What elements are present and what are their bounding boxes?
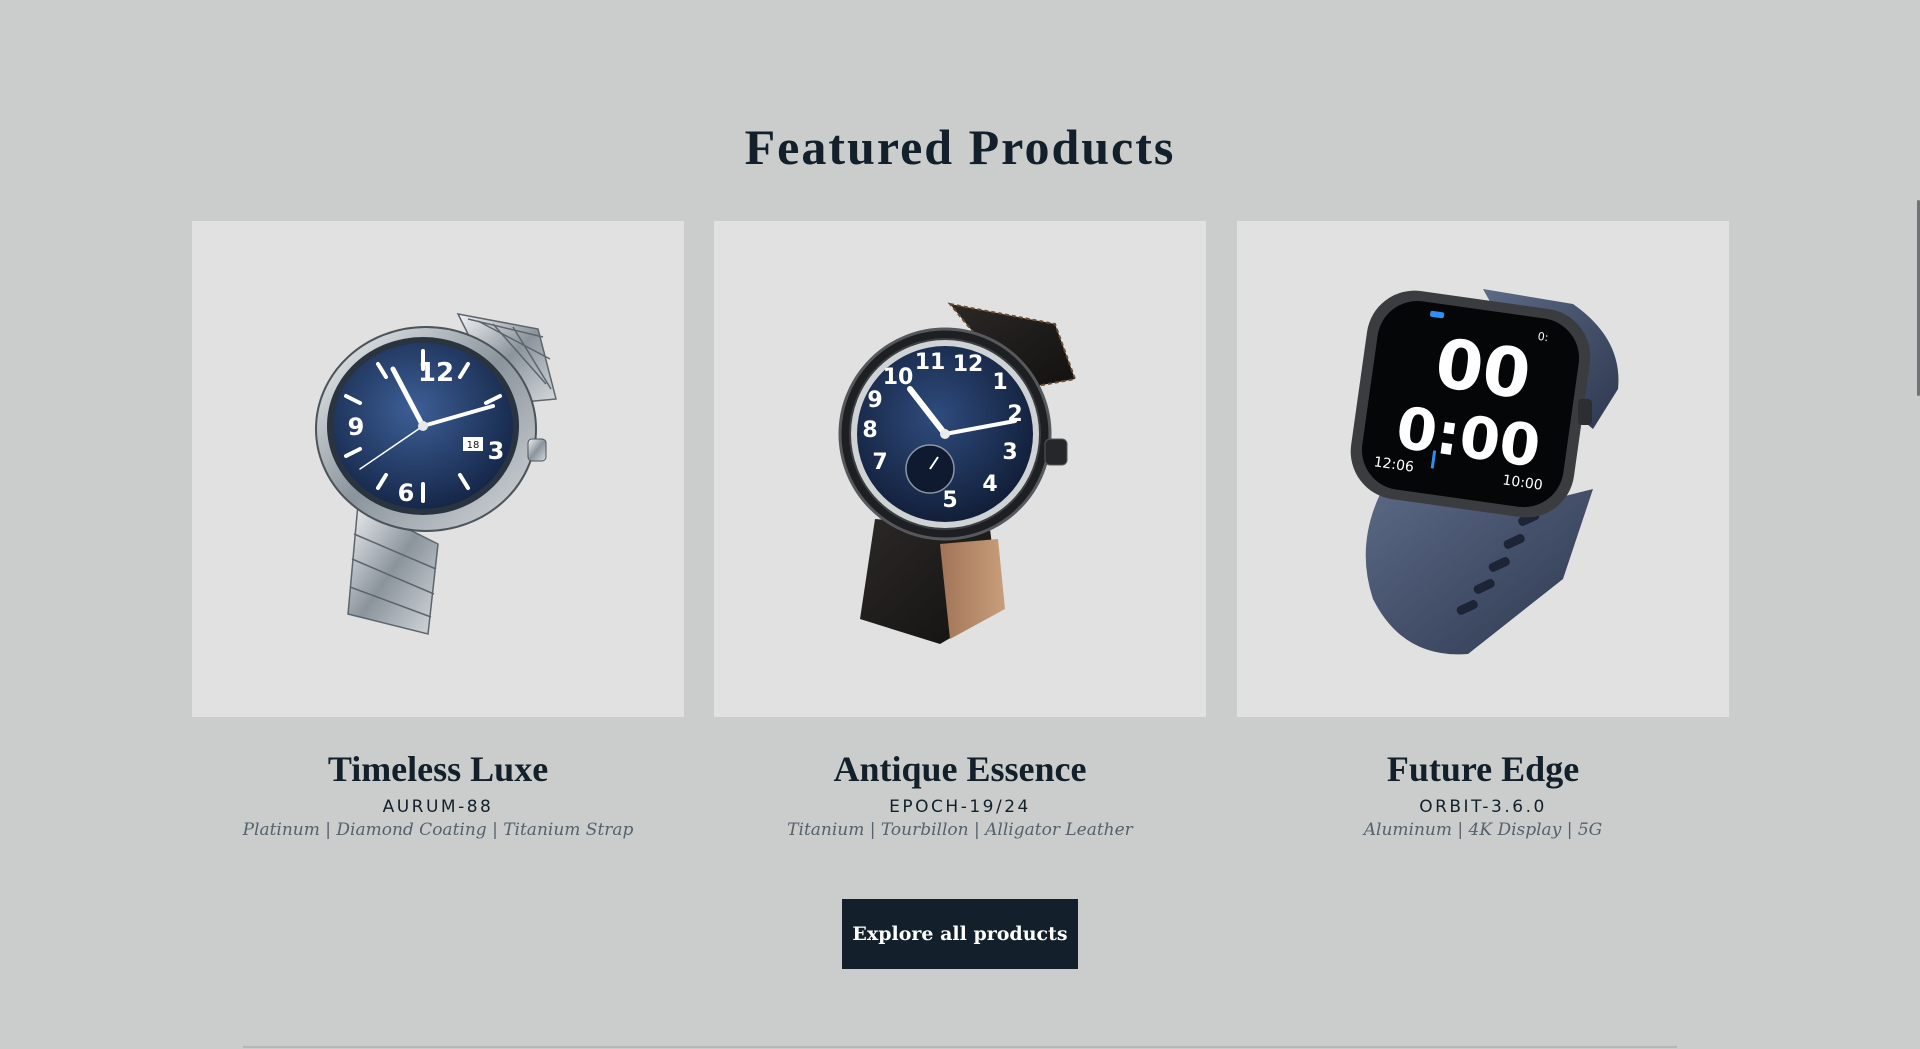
product-specs: Titanium | Tourbillon | Alligator Leathe… [787, 820, 1133, 840]
dial-number-4: 4 [982, 472, 997, 497]
product-model: AURUM-88 [382, 797, 494, 817]
product-image-timeless-luxe[interactable]: 12 9 3 6 18 [192, 221, 684, 717]
product-specs: Platinum | Diamond Coating | Titanium St… [242, 820, 634, 840]
product-name[interactable]: Future Edge [1237, 748, 1729, 790]
dial-number-1: 1 [992, 370, 1007, 395]
product-model: EPOCH-19/24 [889, 797, 1031, 817]
explore-all-products-button[interactable]: Explore all products [842, 899, 1078, 969]
product-image-future-edge[interactable]: 00 0:00 12:06 10:00 0: [1237, 221, 1729, 717]
divider [243, 1046, 1677, 1048]
dial-number-6: 6 [398, 479, 415, 507]
featured-products-section: Featured Products 12 9 3 6 18 Timeless L… [0, 0, 1920, 1049]
dial-number-3: 3 [488, 437, 505, 465]
product-card-timeless-luxe[interactable]: 12 9 3 6 18 Timeless Luxe AURUM-88 Plati… [192, 221, 684, 846]
dial-number-7: 7 [872, 450, 887, 475]
product-name[interactable]: Antique Essence [714, 748, 1206, 790]
product-card-antique-essence[interactable]: 10 11 12 1 2 3 4 5 7 8 9 Antique Essence… [714, 221, 1206, 846]
product-grid: 12 9 3 6 18 Timeless Luxe AURUM-88 Plati… [192, 221, 1729, 846]
section-title: Featured Products [744, 119, 1176, 175]
product-image-antique-essence[interactable]: 10 11 12 1 2 3 4 5 7 8 9 [714, 221, 1206, 717]
product-card-future-edge[interactable]: 00 0:00 12:06 10:00 0: Future Edge ORBIT… [1237, 221, 1729, 846]
product-specs: Aluminum | 4K Display | 5G [1363, 820, 1603, 840]
dial-number-12: 12 [418, 358, 454, 388]
dial-number-10: 10 [883, 365, 914, 390]
dial-number-9: 9 [348, 413, 365, 441]
steel-bracelet-watch-image: 12 9 3 6 18 [315, 312, 557, 635]
smartwatch-image: 00 0:00 12:06 10:00 0: [1350, 289, 1619, 655]
dial-number-8: 8 [862, 418, 877, 443]
dial-number-3: 3 [1002, 440, 1017, 465]
dial-number-11: 11 [915, 350, 946, 375]
leather-strap-watch-image: 10 11 12 1 2 3 4 5 7 8 9 [838, 302, 1077, 644]
dial-number-9: 9 [867, 388, 882, 413]
smartwatch-status: 0: [1537, 330, 1549, 344]
dial-number-5: 5 [942, 488, 957, 513]
product-name[interactable]: Timeless Luxe [192, 748, 684, 790]
dial-number-12: 12 [953, 352, 984, 377]
date-window: 18 [467, 440, 480, 451]
product-model: ORBIT-3.6.0 [1419, 797, 1547, 817]
